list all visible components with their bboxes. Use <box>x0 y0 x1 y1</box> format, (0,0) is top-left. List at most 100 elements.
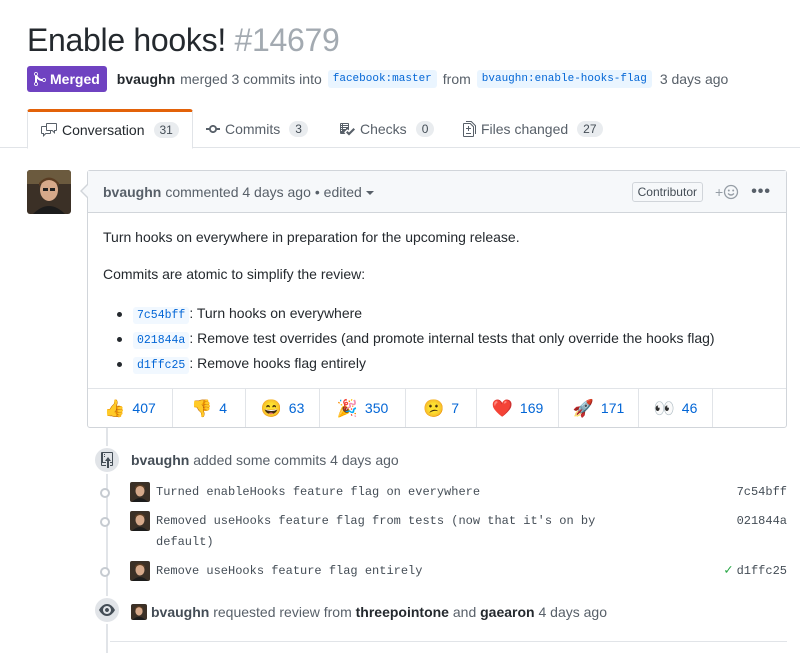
reaction-hooray[interactable]: 🎉 350 <box>320 389 406 427</box>
chevron-down-icon <box>365 190 374 195</box>
edited-label: • edited <box>314 183 362 200</box>
commits-event-text: bvaughn added some commits 4 days ago <box>131 452 399 468</box>
body-paragraph: Turn hooks on everywhere in preparation … <box>103 229 520 245</box>
commit-author-avatar[interactable] <box>130 561 150 581</box>
reviewer-link[interactable]: gaearon <box>480 604 534 620</box>
check-icon[interactable]: ✓ <box>724 561 732 582</box>
comment-timestamp[interactable]: commented 4 days ago <box>165 184 311 200</box>
tab-counter: 27 <box>577 120 603 137</box>
commit-sha-link[interactable]: d1ffc25 <box>133 357 190 374</box>
merge-text: merged 3 commits into <box>180 71 322 87</box>
add-reaction-button[interactable]: + <box>715 184 739 200</box>
commit-sha-link[interactable]: 021844a <box>133 332 190 349</box>
reaction-count: 171 <box>600 400 625 416</box>
pr-meta: Merged bvaughn merged 3 commits into fac… <box>27 66 728 92</box>
commit-author-avatar[interactable] <box>130 511 150 531</box>
head-branch[interactable]: bvaughn:enable-hooks-flag <box>476 70 652 88</box>
tab-counter: 3 <box>289 120 308 137</box>
git-merge-icon <box>34 71 46 87</box>
tab-label: Checks <box>360 120 407 137</box>
commit-sha-link[interactable]: 7c54bff <box>133 307 190 324</box>
merged-time[interactable]: 3 days ago <box>660 71 729 87</box>
commit-sha-link[interactable]: 7c54bff <box>737 482 787 503</box>
list-item-text: : Remove test overrides (and promote int… <box>189 330 715 346</box>
reaction-confused[interactable]: 😕 7 <box>406 389 477 427</box>
timeline-divider <box>110 641 787 642</box>
comment-discussion-icon <box>41 123 57 137</box>
list-item-text: : Remove hooks flag entirely <box>189 355 366 371</box>
tab-checks[interactable]: Checks 0 <box>339 109 435 148</box>
pr-author-link[interactable]: bvaughn <box>117 71 175 87</box>
reaction-thumbs-down[interactable]: 👎 4 <box>173 389 246 427</box>
more-options-button[interactable]: ••• <box>751 183 771 201</box>
repo-push-badge <box>93 446 121 474</box>
eyes-icon: 👀 <box>653 398 675 418</box>
list-item: 021844a: Remove test overrides (and prom… <box>117 326 771 351</box>
commit-message-link[interactable]: Turned enableHooks feature flag on every… <box>156 482 626 503</box>
plus-label: + <box>715 183 724 200</box>
reaction-eyes[interactable]: 👀 46 <box>639 389 713 427</box>
event-author-link[interactable]: bvaughn <box>151 604 209 620</box>
merged-state-badge: Merged <box>27 66 107 92</box>
commit-sha-link[interactable]: ✓ d1ffc25 <box>724 561 787 582</box>
comment-header: bvaughn commented 4 days ago • edited Co… <box>88 171 786 213</box>
list-item: d1ffc25: Remove hooks flag entirely <box>117 351 771 376</box>
base-branch[interactable]: facebook:master <box>327 70 437 88</box>
tab-counter: 31 <box>153 122 179 138</box>
reaction-count: 4 <box>219 400 227 416</box>
reactions-bar: 👍 407 👎 4 😄 63 🎉 350 😕 7 ❤️ 169 🚀 171 👀 46 <box>88 388 786 427</box>
reaction-count: 169 <box>519 400 544 416</box>
commit-message-link[interactable]: Remove useHooks feature flag entirely <box>156 561 626 582</box>
reaction-laugh[interactable]: 😄 63 <box>246 389 320 427</box>
review-author-avatar[interactable] <box>131 604 147 620</box>
commit-sha-text: d1ffc25 <box>736 564 787 578</box>
thumbs-up-icon: 👍 <box>104 398 126 418</box>
pr-title: Enable hooks! #14679 <box>27 22 340 59</box>
comment-actions: Contributor + ••• <box>631 181 771 202</box>
event-description: requested review from <box>213 604 352 620</box>
from-text: from <box>442 71 471 87</box>
commit-sha-link[interactable]: 021844a <box>737 511 787 532</box>
git-commit-icon <box>206 124 220 133</box>
commit-author-avatar[interactable] <box>130 482 150 502</box>
and-text: and <box>452 604 477 620</box>
tab-label: Commits <box>225 120 281 137</box>
pr-description-comment: bvaughn commented 4 days ago • edited Co… <box>80 170 787 428</box>
eye-badge <box>93 596 121 624</box>
reaction-count: 407 <box>132 400 156 416</box>
reaction-heart[interactable]: ❤️ 169 <box>477 389 559 427</box>
event-author-link[interactable]: bvaughn <box>131 452 189 468</box>
tab-commits[interactable]: Commits 3 <box>206 109 308 148</box>
heart-icon: ❤️ <box>491 398 513 418</box>
reviewer-link[interactable]: threepointone <box>356 604 449 620</box>
edited-dropdown[interactable]: • edited <box>315 184 374 200</box>
tab-files-changed[interactable]: Files changed 27 <box>463 109 603 148</box>
git-commit-dot-icon <box>100 488 110 498</box>
commit-sha-text: 7c54bff <box>736 485 787 499</box>
pr-number: #14679 <box>234 22 340 58</box>
author-avatar[interactable] <box>27 170 71 214</box>
comment-author-link[interactable]: bvaughn <box>103 184 161 200</box>
git-commit-dot-icon <box>100 517 110 527</box>
pr-title-text: Enable hooks! <box>27 22 226 58</box>
review-event-text: bvaughn requested review from threepoint… <box>151 604 607 620</box>
thumbs-down-icon: 👎 <box>191 398 213 418</box>
commit-message-link[interactable]: Removed useHooks feature flag from tests… <box>156 511 626 553</box>
comment-body: Turn hooks on everywhere in preparation … <box>88 213 786 376</box>
smiley-icon <box>724 184 739 199</box>
tab-conversation[interactable]: Conversation 31 <box>27 109 193 149</box>
reaction-count: 350 <box>364 400 389 416</box>
tab-label: Files changed <box>481 120 569 137</box>
reaction-count: 63 <box>288 400 305 416</box>
avatar-image <box>27 170 71 214</box>
laugh-icon: 😄 <box>260 398 282 418</box>
rocket-icon: 🚀 <box>572 398 594 418</box>
reaction-rocket[interactable]: 🚀 171 <box>559 389 639 427</box>
list-item-text: : Turn hooks on everywhere <box>189 305 363 321</box>
event-time[interactable]: 4 days ago <box>538 604 607 620</box>
hooray-icon: 🎉 <box>336 398 358 418</box>
tab-label: Conversation <box>62 122 145 138</box>
reaction-thumbs-up[interactable]: 👍 407 <box>88 389 173 427</box>
contributor-badge: Contributor <box>631 181 703 202</box>
checklist-icon <box>340 122 355 135</box>
